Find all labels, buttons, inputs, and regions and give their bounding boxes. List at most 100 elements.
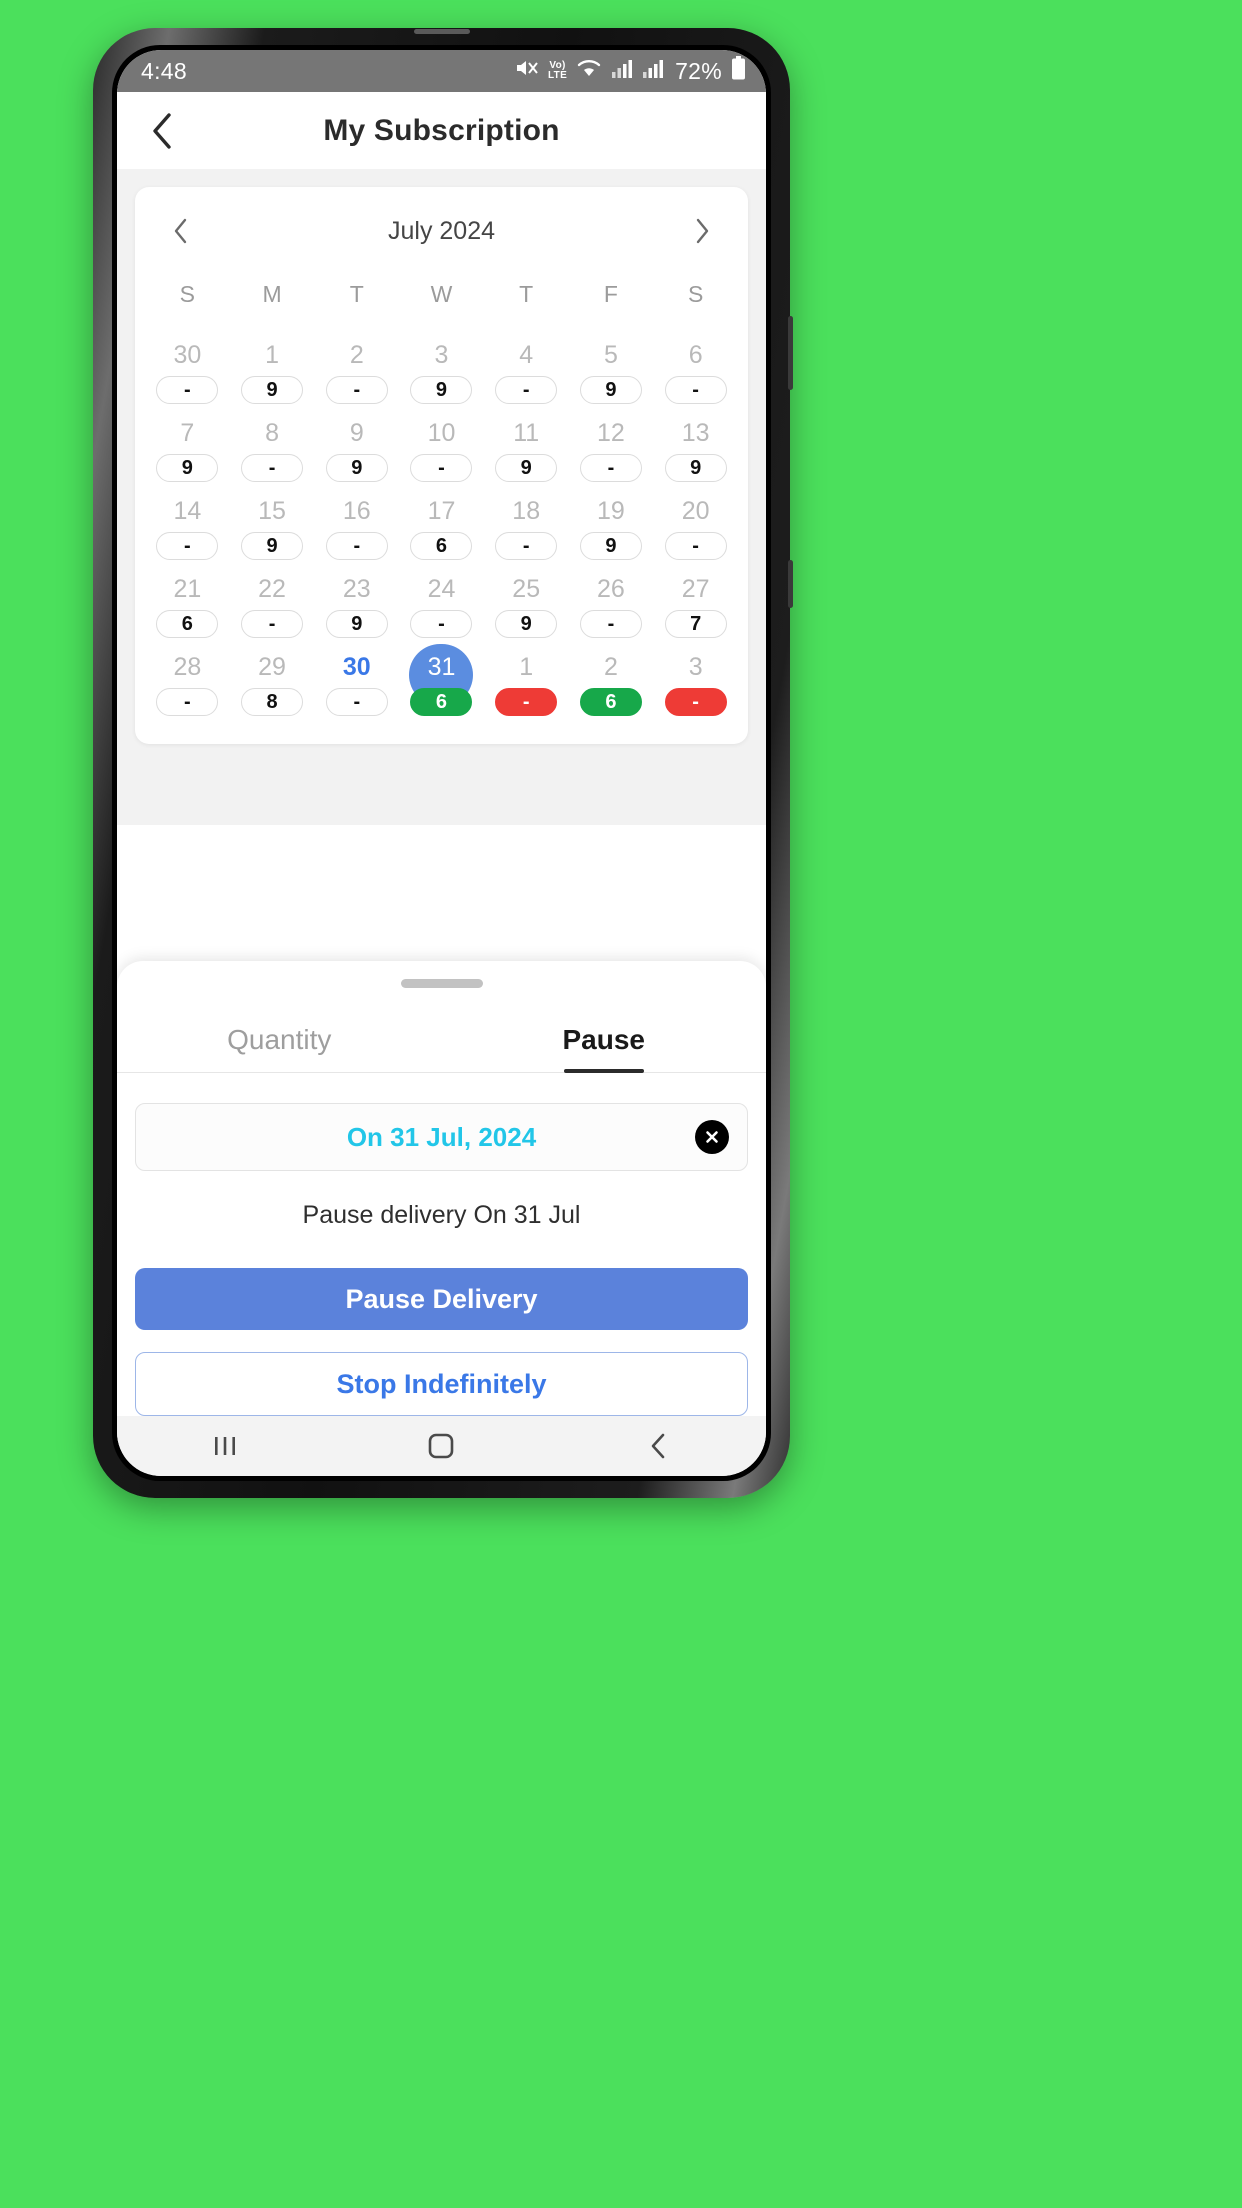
calendar-day-quantity-pill[interactable]: 9 [579, 532, 642, 560]
calendar-day-quantity-pill[interactable]: - [410, 610, 473, 638]
calendar-day-cell[interactable]: 10 - [399, 416, 484, 482]
calendar-day-quantity-pill[interactable]: 9 [495, 610, 558, 638]
calendar-day-quantity-pill[interactable]: - [156, 376, 219, 404]
calendar-day-number: 9 [349, 419, 364, 447]
calendar-day-number: 16 [342, 497, 371, 525]
calendar-day-quantity-pill[interactable]: 6 [410, 688, 473, 716]
calendar-day-cell[interactable]: 4- [484, 338, 569, 404]
calendar-day-quantity-pill[interactable]: 9 [579, 376, 642, 404]
calendar-day-quantity-pill[interactable]: 9 [664, 454, 727, 482]
nav-back-button[interactable] [623, 1422, 693, 1470]
calendar-day-quantity-pill[interactable]: 6 [156, 610, 219, 638]
tab-quantity[interactable]: Quantity [117, 1010, 442, 1072]
signal-icon [611, 57, 633, 85]
calendar-day-cell[interactable]: 13 9 [653, 416, 738, 482]
calendar-day-cell[interactable]: 30 - [145, 338, 230, 404]
calendar-day-cell[interactable]: 12 - [569, 416, 654, 482]
calendar-day-cell[interactable]: 99 [314, 416, 399, 482]
calendar-day-quantity-pill[interactable]: - [495, 532, 558, 560]
calendar-day-cell[interactable]: 59 [569, 338, 654, 404]
calendar-day-quantity-pill[interactable]: 9 [325, 610, 388, 638]
calendar-day-quantity-pill[interactable]: 9 [156, 454, 219, 482]
calendar-day-quantity-pill[interactable]: - [664, 532, 727, 560]
calendar-day-quantity-pill[interactable]: 6 [410, 532, 473, 560]
home-button[interactable] [406, 1422, 476, 1470]
calendar-day-quantity-pill[interactable]: - [325, 532, 388, 560]
calendar-week-row: 21 6 22-23 9 24-25 9 26-27 7 [145, 572, 738, 638]
calendar-day-quantity-pill[interactable]: - [664, 688, 727, 716]
calendar-day-cell[interactable]: 17 6 [399, 494, 484, 560]
pause-delivery-button[interactable]: Pause Delivery [135, 1268, 748, 1330]
calendar-day-quantity-pill[interactable]: 8 [241, 688, 304, 716]
calendar-day-quantity-pill[interactable]: 7 [664, 610, 727, 638]
calendar-day-cell[interactable]: 21 6 [145, 572, 230, 638]
stop-indefinitely-button[interactable]: Stop Indefinitely [135, 1352, 748, 1416]
calendar-day-quantity-pill[interactable]: 9 [410, 376, 473, 404]
calendar-day-quantity-pill[interactable]: 9 [241, 532, 304, 560]
recents-button[interactable] [190, 1422, 260, 1470]
calendar-card: July 2024 SMTWTFS 30-1 9 2-3 9 4-5 9 6-7 9 8-9 9 1… [135, 187, 748, 744]
calendar-day-quantity-pill[interactable]: - [241, 454, 304, 482]
calendar-day-cell[interactable]: 30 - [314, 650, 399, 716]
calendar-day-cell[interactable]: 14 - [145, 494, 230, 560]
calendar-day-cell[interactable]: 79 [145, 416, 230, 482]
calendar-day-quantity-pill[interactable]: 9 [325, 454, 388, 482]
calendar-day-quantity-pill[interactable]: - [664, 376, 727, 404]
home-icon [429, 1433, 454, 1459]
calendar-day-quantity-pill[interactable]: - [495, 688, 558, 716]
calendar-day-quantity-pill[interactable]: - [579, 610, 642, 638]
calendar-day-number: 1 [265, 341, 280, 369]
calendar-day-quantity-pill[interactable]: - [579, 454, 642, 482]
status-bar: 4:48 Vo) LTE 72% [117, 50, 766, 92]
calendar-day-cell[interactable]: 25 9 [484, 572, 569, 638]
calendar-day-cell[interactable]: 31 6 [399, 650, 484, 716]
calendar-day-cell[interactable]: 19 9 [569, 494, 654, 560]
calendar-day-cell[interactable]: 19 [230, 338, 315, 404]
back-button[interactable] [139, 108, 185, 154]
calendar-day-cell[interactable]: 29 8 [230, 650, 315, 716]
calendar-day-cell[interactable]: 26 - [569, 572, 654, 638]
calendar-day-cell[interactable]: 1- [484, 650, 569, 716]
calendar-day-number: 28 [173, 653, 202, 681]
calendar-day-cell[interactable]: 2- [314, 338, 399, 404]
sheet-drag-handle[interactable] [400, 979, 483, 988]
tab-pause[interactable]: Pause [442, 1010, 767, 1072]
calendar-day-cell[interactable]: 27 7 [653, 572, 738, 638]
calendar-day-quantity-pill[interactable]: 6 [579, 688, 642, 716]
calendar-day-quantity-pill[interactable]: 9 [495, 454, 558, 482]
calendar-day-cell[interactable]: 39 [399, 338, 484, 404]
calendar-day-cell[interactable]: 6- [653, 338, 738, 404]
power-button[interactable] [788, 316, 793, 390]
calendar-weekday-header: SMTWTFS [145, 281, 738, 308]
calendar-day-cell[interactable]: 15 9 [230, 494, 315, 560]
calendar-day-cell[interactable]: 23 9 [314, 572, 399, 638]
calendar-day-quantity-pill[interactable]: - [325, 688, 388, 716]
calendar-day-quantity-pill[interactable]: - [410, 454, 473, 482]
calendar-day-cell[interactable]: 26 [569, 650, 654, 716]
calendar-weekday-4: T [519, 281, 534, 307]
calendar-day-number: 7 [180, 419, 195, 447]
calendar-day-quantity-pill[interactable]: 9 [241, 376, 304, 404]
calendar-day-cell[interactable]: 11 9 [484, 416, 569, 482]
selected-date-label: On 31 Jul, 2024 [346, 1121, 537, 1152]
phone-screen: 4:48 Vo) LTE 72% My Subscription July 20… [117, 50, 766, 1476]
calendar-day-quantity-pill[interactable]: - [325, 376, 388, 404]
volume-button[interactable] [788, 560, 793, 608]
clear-date-button[interactable] [695, 1120, 729, 1154]
calendar-day-cell[interactable]: 18 - [484, 494, 569, 560]
selected-date-field[interactable]: On 31 Jul, 2024 [135, 1103, 748, 1171]
calendar-day-cell[interactable]: 3- [653, 650, 738, 716]
page-title: My Subscription [323, 113, 560, 147]
calendar-day-cell[interactable]: 8- [230, 416, 315, 482]
calendar-day-cell[interactable]: 22 - [230, 572, 315, 638]
calendar-day-quantity-pill[interactable]: - [495, 376, 558, 404]
calendar-day-quantity-pill[interactable]: - [156, 532, 219, 560]
calendar-day-cell[interactable]: 16 - [314, 494, 399, 560]
calendar-day-cell[interactable]: 28 - [145, 650, 230, 716]
calendar-day-quantity-pill[interactable]: - [241, 610, 304, 638]
calendar-prev-month-button[interactable] [161, 211, 201, 251]
calendar-day-cell[interactable]: 24 - [399, 572, 484, 638]
calendar-next-month-button[interactable] [682, 211, 722, 251]
calendar-day-quantity-pill[interactable]: - [156, 688, 219, 716]
calendar-day-cell[interactable]: 20 - [653, 494, 738, 560]
